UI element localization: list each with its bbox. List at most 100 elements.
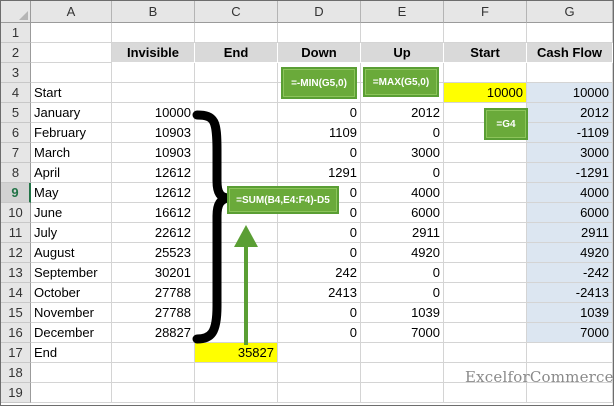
month-label[interactable]: July — [31, 223, 112, 243]
cell-c5[interactable] — [195, 103, 278, 123]
column-header-f[interactable]: F — [444, 1, 527, 23]
row-header-9[interactable]: 9 — [1, 183, 31, 203]
month-label[interactable]: November — [31, 303, 112, 323]
cell-f7[interactable] — [444, 143, 527, 163]
down-value[interactable]: 1109 — [278, 123, 361, 143]
cell-f15[interactable] — [444, 303, 527, 323]
row-header-11[interactable]: 11 — [1, 223, 31, 243]
up-value[interactable]: 0 — [361, 123, 444, 143]
start-label[interactable]: Start — [31, 83, 112, 103]
up-value[interactable]: 4000 — [361, 183, 444, 203]
row-header-12[interactable]: 12 — [1, 243, 31, 263]
row-header-18[interactable]: 18 — [1, 363, 31, 383]
up-value[interactable]: 0 — [361, 283, 444, 303]
cell-a2[interactable] — [31, 43, 112, 63]
cell-f11[interactable] — [444, 223, 527, 243]
up-value[interactable]: 0 — [361, 263, 444, 283]
row-header-8[interactable]: 8 — [1, 163, 31, 183]
cell-d18[interactable] — [278, 363, 361, 383]
up-value[interactable]: 7000 — [361, 323, 444, 343]
month-label[interactable]: December — [31, 323, 112, 343]
cell-c6[interactable] — [195, 123, 278, 143]
cell-b17[interactable] — [112, 343, 195, 363]
cell-f3[interactable] — [444, 63, 527, 83]
cell-b3[interactable] — [112, 63, 195, 83]
row-header-2[interactable]: 2 — [1, 43, 31, 63]
row-header-1[interactable]: 1 — [1, 23, 31, 43]
down-value[interactable]: 2413 — [278, 283, 361, 303]
cell-d1[interactable] — [278, 23, 361, 43]
cash-flow-value[interactable]: 3000 — [527, 143, 613, 163]
start-cash-flow[interactable]: 10000 — [527, 83, 613, 103]
cell-f19[interactable] — [444, 383, 527, 403]
cell-f17[interactable] — [444, 343, 527, 363]
cell-f1[interactable] — [444, 23, 527, 43]
invisible-value[interactable]: 12612 — [112, 183, 195, 203]
row-header-10[interactable]: 10 — [1, 203, 31, 223]
invisible-value[interactable]: 30201 — [112, 263, 195, 283]
down-value[interactable]: 1291 — [278, 163, 361, 183]
end-label[interactable]: End — [31, 343, 112, 363]
down-value[interactable]: 0 — [278, 143, 361, 163]
cell-f9[interactable] — [444, 183, 527, 203]
cell-f8[interactable] — [444, 163, 527, 183]
cash-flow-value[interactable]: -1109 — [527, 123, 613, 143]
up-value[interactable]: 2012 — [361, 103, 444, 123]
invisible-value[interactable]: 12612 — [112, 163, 195, 183]
cell-e18[interactable] — [361, 363, 444, 383]
invisible-value[interactable]: 10903 — [112, 123, 195, 143]
cell-g17[interactable] — [527, 343, 613, 363]
row-header-3[interactable]: 3 — [1, 63, 31, 83]
up-value[interactable]: 2911 — [361, 223, 444, 243]
cash-flow-value[interactable]: 4920 — [527, 243, 613, 263]
row-header-7[interactable]: 7 — [1, 143, 31, 163]
invisible-value[interactable]: 27788 — [112, 283, 195, 303]
cell-a3[interactable] — [31, 63, 112, 83]
row-header-6[interactable]: 6 — [1, 123, 31, 143]
column-header-b[interactable]: B — [112, 1, 195, 23]
cash-flow-value[interactable]: -2413 — [527, 283, 613, 303]
cell-a19[interactable] — [31, 383, 112, 403]
month-label[interactable]: February — [31, 123, 112, 143]
column-header-c[interactable]: C — [195, 1, 278, 23]
up-value[interactable]: 3000 — [361, 143, 444, 163]
cell-c8[interactable] — [195, 163, 278, 183]
cell-f14[interactable] — [444, 283, 527, 303]
cash-flow-value[interactable]: -242 — [527, 263, 613, 283]
cell-c7[interactable] — [195, 143, 278, 163]
cell-e1[interactable] — [361, 23, 444, 43]
down-value[interactable]: 0 — [278, 103, 361, 123]
invisible-value[interactable]: 27788 — [112, 303, 195, 323]
cell-c19[interactable] — [195, 383, 278, 403]
cell-c11[interactable] — [195, 223, 278, 243]
cell-c1[interactable] — [195, 23, 278, 43]
month-label[interactable]: June — [31, 203, 112, 223]
row-header-17[interactable]: 17 — [1, 343, 31, 363]
cell-b4[interactable] — [112, 83, 195, 103]
cash-flow-value[interactable]: 1039 — [527, 303, 613, 323]
cash-flow-value[interactable]: 4000 — [527, 183, 613, 203]
cell-a18[interactable] — [31, 363, 112, 383]
down-value[interactable]: 0 — [278, 243, 361, 263]
row-header-15[interactable]: 15 — [1, 303, 31, 323]
invisible-value[interactable]: 22612 — [112, 223, 195, 243]
invisible-value[interactable]: 28827 — [112, 323, 195, 343]
row-header-16[interactable]: 16 — [1, 323, 31, 343]
cash-flow-value[interactable]: -1291 — [527, 163, 613, 183]
cell-c18[interactable] — [195, 363, 278, 383]
cell-f12[interactable] — [444, 243, 527, 263]
cell-f13[interactable] — [444, 263, 527, 283]
cell-c12[interactable] — [195, 243, 278, 263]
cell-a1[interactable] — [31, 23, 112, 43]
cell-g3[interactable] — [527, 63, 613, 83]
cell-c3[interactable] — [195, 63, 278, 83]
select-all-corner[interactable] — [1, 1, 31, 23]
cash-flow-value[interactable]: 2012 — [527, 103, 613, 123]
down-value[interactable]: 242 — [278, 263, 361, 283]
cell-c16[interactable] — [195, 323, 278, 343]
row-header-19[interactable]: 19 — [1, 383, 31, 403]
row-header-13[interactable]: 13 — [1, 263, 31, 283]
cell-g1[interactable] — [527, 23, 613, 43]
cell-c4[interactable] — [195, 83, 278, 103]
cell-f10[interactable] — [444, 203, 527, 223]
